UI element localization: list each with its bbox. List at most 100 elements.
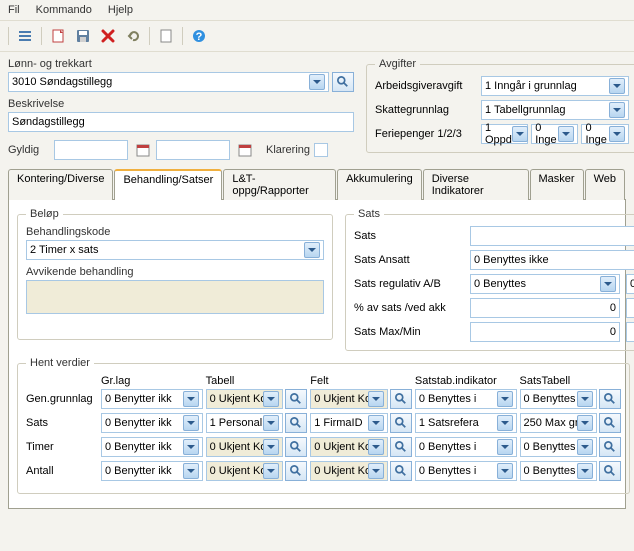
save-icon[interactable] bbox=[72, 25, 94, 47]
hent-row: Sats0 Benytter ikk1 Personalkartote 1 Fir… bbox=[26, 413, 621, 433]
row-label: Sats bbox=[26, 417, 98, 429]
calendar-icon[interactable] bbox=[134, 141, 152, 159]
feriepenger2-combo[interactable]: 0 Inge bbox=[531, 124, 578, 144]
sats-label: Sats bbox=[354, 230, 464, 242]
felt-combo[interactable]: 1 FirmaID bbox=[310, 413, 388, 433]
tabell-search[interactable] bbox=[285, 413, 307, 433]
sats-input[interactable] bbox=[470, 226, 634, 246]
felt-combo[interactable]: 0 Ukjent Kode bbox=[310, 461, 388, 481]
tab-ltoppg[interactable]: L&T-oppg/Rapporter bbox=[223, 169, 336, 200]
skatt-label: Skattegrunnlag bbox=[375, 104, 475, 116]
satstabell-search[interactable] bbox=[599, 461, 621, 481]
grlag-combo[interactable]: 0 Benytter ikk bbox=[101, 461, 203, 481]
calendar-icon[interactable] bbox=[236, 141, 254, 159]
beskrivelse-input[interactable] bbox=[8, 112, 354, 132]
chevron-down-icon bbox=[368, 391, 384, 407]
tab-bar: Kontering/Diverse Behandling/Satser L&T-… bbox=[8, 168, 626, 199]
menu-kommando[interactable]: Kommando bbox=[36, 4, 92, 16]
satsansatt-combo[interactable]: 0 Benyttes ikke bbox=[470, 250, 634, 270]
maxmin-label: Sats Max/Min bbox=[354, 326, 464, 338]
regulativ-b-combo[interactable]: 0 Benyttes bbox=[626, 274, 634, 294]
behandlingskode-label: Behandlingskode bbox=[26, 226, 324, 238]
hdr-felt: Felt bbox=[310, 375, 412, 387]
lonn-combo[interactable]: 3010 Søndagstillegg bbox=[8, 72, 329, 92]
sats-legend: Sats bbox=[354, 208, 384, 220]
pct-a-input[interactable] bbox=[470, 298, 620, 318]
arbeidsgiver-combo[interactable]: 1 Inngår i grunnlag bbox=[481, 76, 629, 96]
chevron-down-icon bbox=[577, 463, 593, 479]
satstab-combo[interactable]: 0 Benyttes i bbox=[415, 389, 517, 409]
grlag-combo[interactable]: 0 Benytter ikk bbox=[101, 437, 203, 457]
chevron-down-icon bbox=[263, 415, 279, 431]
chevron-down-icon bbox=[497, 463, 513, 479]
felt-combo[interactable]: 0 Ukjent Kode bbox=[310, 437, 388, 457]
tab-kontering[interactable]: Kontering/Diverse bbox=[8, 169, 113, 200]
felt-search[interactable] bbox=[390, 389, 412, 409]
tab-akkum[interactable]: Akkumulering bbox=[337, 169, 422, 200]
chevron-down-icon bbox=[183, 463, 199, 479]
tabell-combo[interactable]: 0 Ukjent Kode bbox=[206, 437, 284, 457]
satstabell-combo[interactable]: 250 Max gr bbox=[520, 413, 598, 433]
satstab-combo[interactable]: 0 Benyttes i bbox=[415, 437, 517, 457]
tab-web[interactable]: Web bbox=[585, 169, 625, 200]
lonn-search[interactable] bbox=[332, 72, 354, 92]
tabell-search[interactable] bbox=[285, 437, 307, 457]
menu-hjelp[interactable]: Hjelp bbox=[108, 4, 133, 16]
delete-icon[interactable] bbox=[97, 25, 119, 47]
chevron-down-icon bbox=[577, 439, 593, 455]
satstabell-search[interactable] bbox=[599, 437, 621, 457]
menu-fil[interactable]: Fil bbox=[8, 4, 20, 16]
chevron-down-icon bbox=[183, 415, 199, 431]
grlag-combo[interactable]: 0 Benytter ikk bbox=[101, 389, 203, 409]
feriepenger-label: Feriepenger 1/2/3 bbox=[375, 128, 475, 140]
chevron-down-icon bbox=[309, 74, 325, 90]
satstabell-combo[interactable]: 0 Benyttes bbox=[520, 389, 598, 409]
list-icon[interactable] bbox=[14, 25, 36, 47]
regulativ-label: Sats regulativ A/B bbox=[354, 278, 464, 290]
avvikende-label: Avvikende behandling bbox=[26, 266, 324, 278]
satstabell-combo[interactable]: 0 Benyttes bbox=[520, 461, 598, 481]
row-label: Antall bbox=[26, 465, 98, 477]
arbeidsgiver-label: Arbeidsgiveravgift bbox=[375, 80, 475, 92]
tab-diverse[interactable]: Diverse Indikatorer bbox=[423, 169, 529, 200]
new-doc-icon[interactable] bbox=[47, 25, 69, 47]
blank-doc-icon[interactable] bbox=[155, 25, 177, 47]
tabell-search[interactable] bbox=[285, 389, 307, 409]
hdr-satstab: Satstab.indikator bbox=[415, 375, 517, 387]
belop-fieldset: Beløp Behandlingskode 2 Timer x sats Avv… bbox=[17, 208, 333, 340]
gyldig-from[interactable] bbox=[54, 140, 128, 160]
feriepenger1-combo[interactable]: 1 Oppd bbox=[481, 124, 528, 144]
tab-masker[interactable]: Masker bbox=[530, 169, 584, 200]
hdr-satstabell: SatsTabell bbox=[520, 375, 622, 387]
tab-behandling[interactable]: Behandling/Satser bbox=[114, 169, 222, 200]
felt-search[interactable] bbox=[390, 437, 412, 457]
satstabell-search[interactable] bbox=[599, 413, 621, 433]
tabell-search[interactable] bbox=[285, 461, 307, 481]
pct-b-input[interactable] bbox=[626, 298, 634, 318]
avgifter-fieldset: Avgifter Arbeidsgiveravgift 1 Inngår i g… bbox=[366, 58, 634, 153]
klarering-checkbox[interactable] bbox=[314, 143, 328, 157]
satstabell-search[interactable] bbox=[599, 389, 621, 409]
chevron-down-icon bbox=[368, 463, 384, 479]
tabell-combo[interactable]: 1 Personalkartote bbox=[206, 413, 284, 433]
chevron-down-icon bbox=[558, 126, 574, 142]
help-icon[interactable]: ? bbox=[188, 25, 210, 47]
feriepenger3-combo[interactable]: 0 Inge bbox=[581, 124, 628, 144]
maxmin-b-input[interactable] bbox=[626, 322, 634, 342]
maxmin-a-input[interactable] bbox=[470, 322, 620, 342]
tabell-combo[interactable]: 0 Ukjent Kode bbox=[206, 389, 284, 409]
satstabell-combo[interactable]: 0 Benyttes bbox=[520, 437, 598, 457]
behandlingskode-combo[interactable]: 2 Timer x sats bbox=[26, 240, 324, 260]
felt-search[interactable] bbox=[390, 413, 412, 433]
tabell-combo[interactable]: 0 Ukjent Kode bbox=[206, 461, 284, 481]
regulativ-a-combo[interactable]: 0 Benyttes bbox=[470, 274, 620, 294]
felt-combo[interactable]: 0 Ukjent Kode bbox=[310, 389, 388, 409]
satstab-combo[interactable]: 1 Satsrefera bbox=[415, 413, 517, 433]
avvikende-input[interactable] bbox=[26, 280, 324, 314]
gyldig-to[interactable] bbox=[156, 140, 230, 160]
grlag-combo[interactable]: 0 Benytter ikk bbox=[101, 413, 203, 433]
felt-search[interactable] bbox=[390, 461, 412, 481]
satstab-combo[interactable]: 0 Benyttes i bbox=[415, 461, 517, 481]
skatt-combo[interactable]: 1 Tabellgrunnlag bbox=[481, 100, 629, 120]
undo-icon[interactable] bbox=[122, 25, 144, 47]
